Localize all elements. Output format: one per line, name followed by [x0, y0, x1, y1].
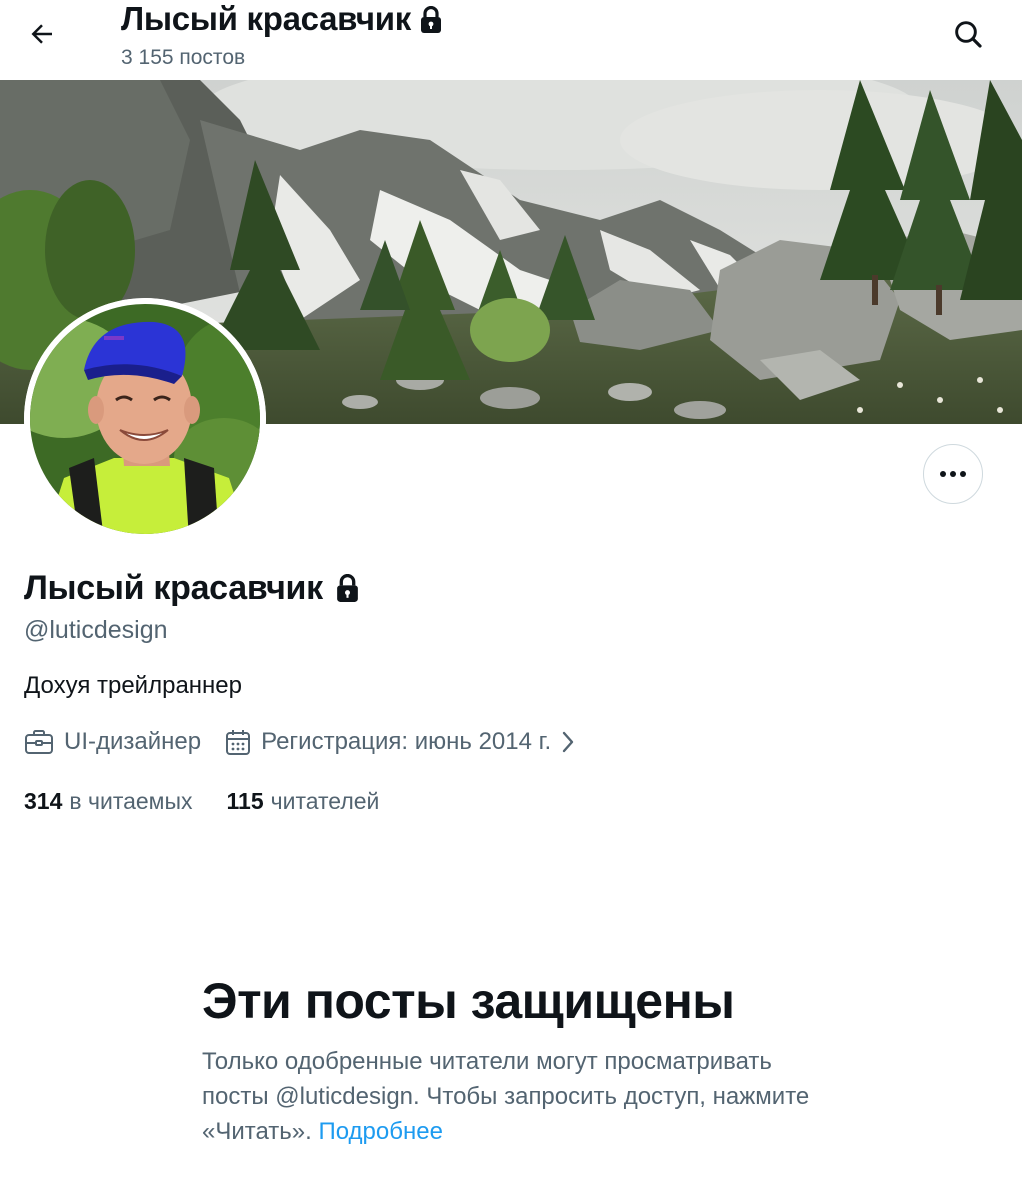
protected-message: Только одобренные читатели могут просмат…: [202, 1044, 842, 1149]
more-options-button[interactable]: [923, 444, 983, 504]
avatar-photo-image: [24, 298, 266, 540]
profile-avatar[interactable]: [24, 298, 266, 540]
back-button[interactable]: [18, 12, 66, 60]
header-title-block: Лысый красавчик 3 155 постов: [121, 0, 443, 71]
profile-bio: Дохуя трейлраннер: [24, 672, 242, 699]
arrow-left-icon: [27, 19, 57, 54]
profile-join-date[interactable]: Регистрация: июнь 2014 г.: [225, 728, 575, 756]
protected-description: Только одобренные читатели могут просмат…: [202, 1048, 810, 1145]
profile-name-row: Лысый красавчик: [24, 566, 360, 610]
protected-title: Эти посты защищены: [202, 973, 735, 1029]
following-count: 314: [24, 787, 63, 814]
header-post-count: 3 155 постов: [121, 46, 246, 69]
profile-name: Лысый красавчик: [24, 569, 323, 607]
followers-label: читателей: [270, 787, 380, 814]
followers-count: 115: [226, 787, 264, 814]
calendar-icon: [225, 728, 251, 756]
profile-profession: UI-дизайнер: [24, 728, 201, 756]
learn-more-link[interactable]: Подробнее: [318, 1118, 442, 1145]
chevron-right-icon: [561, 731, 575, 753]
top-bar: Лысый красавчик 3 155 постов: [0, 0, 1022, 80]
profile-handle: @luticdesign: [24, 616, 168, 644]
following-label: в читаемых: [69, 787, 193, 814]
header-title: Лысый красавчик: [121, 0, 411, 37]
followers-link[interactable]: 115 читателей: [227, 788, 380, 815]
more-horizontal-icon: [939, 465, 967, 483]
profile-stats: 314 в читаемых 115 читателей: [24, 784, 379, 818]
following-link[interactable]: 314 в читаемых: [24, 788, 193, 815]
search-button[interactable]: [942, 10, 994, 62]
join-date-label: Регистрация: июнь 2014 г.: [261, 728, 552, 755]
profile-meta: UI-дизайнер Регистрация: июнь 2014 г.: [24, 724, 575, 760]
search-icon: [952, 18, 984, 55]
briefcase-icon: [24, 728, 54, 756]
lock-icon: [335, 573, 360, 603]
profession-label: UI-дизайнер: [64, 728, 202, 755]
lock-icon: [419, 6, 443, 34]
